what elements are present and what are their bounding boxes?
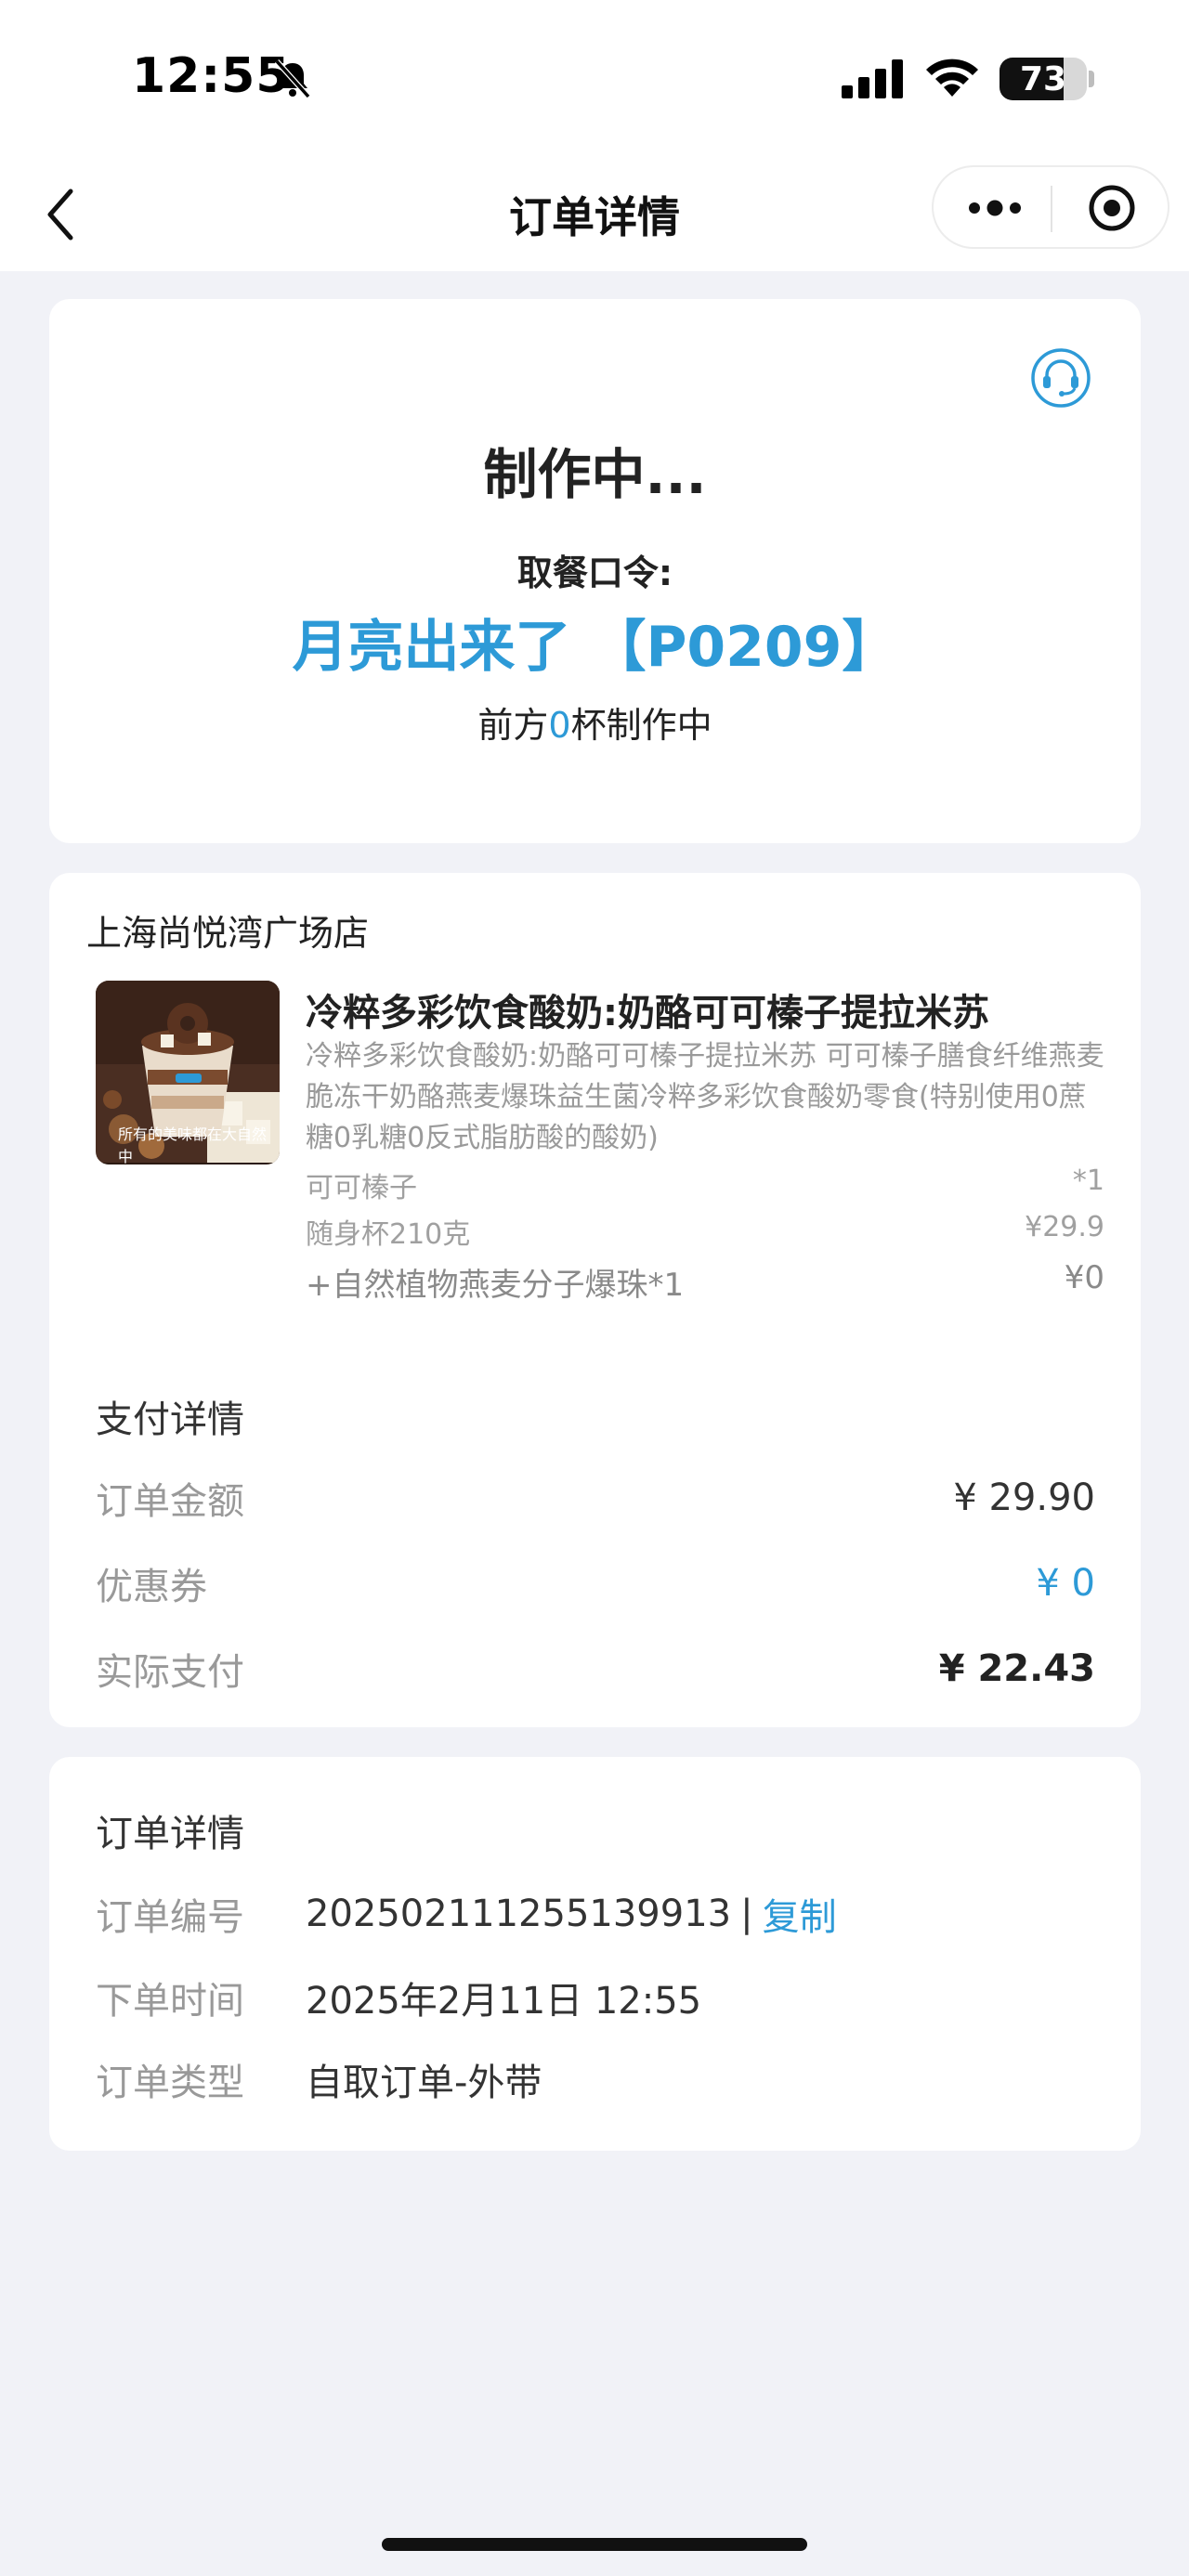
pickup-code: 月亮出来了 【P0209】 <box>292 615 898 680</box>
order-time-label: 下单时间 <box>96 1980 244 2023</box>
addon-value: ¥0 <box>1064 1259 1104 1296</box>
order-type-value: 自取订单-外带 <box>306 2062 542 2104</box>
payment-row-order-amount: 订单金额 ¥ 29.90 <box>96 1471 1095 1525</box>
payment-value: ¥ 0 <box>1036 1562 1095 1605</box>
close-circle-icon[interactable] <box>1086 182 1138 234</box>
spec-label: 随身杯210克 <box>306 1218 471 1251</box>
headset-icon[interactable] <box>1030 347 1091 409</box>
capsule-divider <box>1051 186 1052 232</box>
nav-bar: 订单详情 <box>0 158 1189 271</box>
order-type-label: 订单类型 <box>96 2062 244 2104</box>
payment-value: ¥ 29.90 <box>953 1477 1095 1519</box>
status-time: 12:55 <box>132 48 291 104</box>
addon-row: +自然植物燕麦分子爆珠*1 ¥0 <box>306 1259 1104 1305</box>
queue-status: 前方0杯制作中 <box>49 696 1141 748</box>
payment-label: 优惠券 <box>96 1566 207 1608</box>
queue-prefix: 前方 <box>477 705 549 746</box>
queue-suffix: 杯制作中 <box>570 705 712 746</box>
wifi-icon <box>926 59 978 97</box>
order-status-card: 制作中... 取餐口令: 月亮出来了 【P0209】 前方0杯制作中 <box>49 299 1141 843</box>
more-dots-icon[interactable] <box>965 189 1025 227</box>
order-type-row: 订单类型 自取订单-外带 <box>96 2052 1095 2106</box>
battery-percent: 73 <box>1019 59 1067 98</box>
payment-row-coupon: 优惠券 ¥ 0 <box>96 1556 1095 1610</box>
product-image-caption: 所有的美味都在大自然中 <box>118 1125 268 1164</box>
payment-value: ¥ 22.43 <box>938 1647 1095 1690</box>
spec-row: 可可榛子 *1 <box>306 1164 1104 1205</box>
spec-label: 可可榛子 <box>306 1172 417 1204</box>
signal-icon <box>842 59 903 98</box>
separator: | <box>740 1893 753 1935</box>
spec-value: ¥29.9 <box>1025 1211 1104 1243</box>
order-time-row: 下单时间 2025年2月11日 12:55 <box>96 1971 1095 2024</box>
order-items-card: 上海尚悦湾广场店 所有的美味都在大自然中 冷粹多彩饮食酸奶:奶酪可可榛子提拉米苏… <box>49 873 1141 1727</box>
order-status-title: 制作中... <box>483 443 707 506</box>
copy-button[interactable]: 复制 <box>763 1887 837 1941</box>
order-details-card: 订单详情 订单编号 202502111255139913 | 复制 下单时间 2… <box>49 1757 1141 2151</box>
battery-cap <box>1089 71 1094 87</box>
addon-label: +自然植物燕麦分子爆珠*1 <box>306 1267 685 1304</box>
store-name: 上海尚悦湾广场店 <box>86 913 370 954</box>
bell-off-icon <box>274 59 311 99</box>
product-name: 冷粹多彩饮食酸奶:奶酪可可榛子提拉米苏 <box>306 992 989 1034</box>
product-description: 冷粹多彩饮食酸奶:奶酪可可榛子提拉米苏 可可榛子膳食纤维燕麦脆冻干奶酪燕麦爆珠益… <box>306 1040 1104 1154</box>
status-bar: 12:55 73 <box>0 0 1189 158</box>
payment-section-title: 支付详情 <box>96 1399 244 1441</box>
order-number-label: 订单编号 <box>96 1896 244 1939</box>
spec-row: 随身杯210克 ¥29.9 <box>306 1211 1104 1252</box>
details-section-title: 订单详情 <box>96 1813 244 1855</box>
payment-row-actual-paid: 实际支付 ¥ 22.43 <box>96 1642 1095 1696</box>
home-indicator <box>382 2538 807 2551</box>
spec-value: *1 <box>1072 1164 1104 1197</box>
order-number-value: 202502111255139913 <box>306 1893 732 1935</box>
order-time-value: 2025年2月11日 12:55 <box>306 1980 702 2023</box>
queue-count: 0 <box>548 705 571 746</box>
battery-icon: 73 <box>1000 58 1087 100</box>
order-number-row: 订单编号 202502111255139913 | 复制 <box>96 1887 1095 1941</box>
payment-label: 订单金额 <box>96 1480 244 1523</box>
payment-label: 实际支付 <box>96 1651 244 1694</box>
pickup-code-label: 取餐口令: <box>516 553 673 593</box>
product-image: 所有的美味都在大自然中 <box>96 981 280 1164</box>
mini-program-capsule <box>932 165 1169 249</box>
